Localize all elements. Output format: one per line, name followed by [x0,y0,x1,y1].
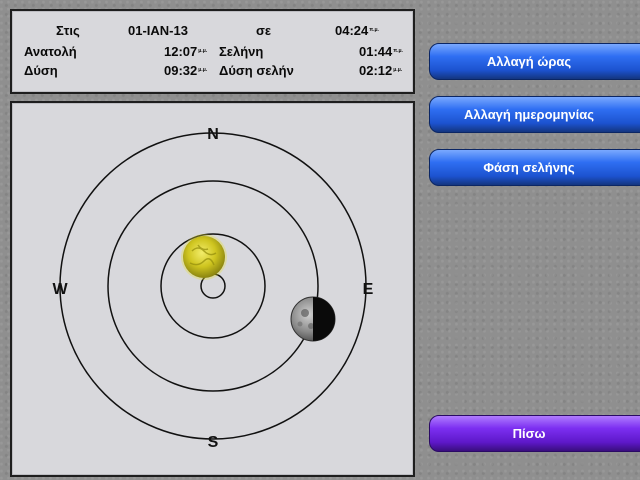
moon-phase-button[interactable]: Φάση σελήνης [429,149,640,186]
sunrise-time: 12:07μ.μ. [164,44,208,59]
at-label: Στις [56,23,80,38]
east-label: E [363,281,374,298]
sky-chart-panel: N S W E [10,101,415,477]
change-time-button[interactable]: Αλλαγή ώρας [429,43,640,80]
sunset-label: Δύση [24,63,58,78]
sun-moon-info-panel: Στις 01-IAN-13 σε 04:24π.μ. Ανατολή 12:0… [10,9,415,94]
north-label: N [207,126,219,143]
sky-chart: N S W E [52,126,374,451]
sunrise-label: Ανατολή [24,44,77,59]
back-button[interactable]: Πίσω [429,415,640,452]
south-label: S [208,434,219,451]
date-value: 01-IAN-13 [128,23,188,38]
moonrise-label: Σελήνη [219,44,264,59]
moon-icon [290,296,336,342]
sun-icon [181,234,227,280]
change-date-button[interactable]: Αλλαγή ημερομηνίας [429,96,640,133]
horizon-circle [59,132,367,440]
west-label: W [52,281,68,298]
time-value: 04:24π.μ. [335,23,379,38]
sunset-time: 09:32μ.μ. [164,63,208,78]
altitude-ring-30 [107,180,319,392]
moonrise-time: 01:44π.μ. [359,44,403,59]
moonset-label: Δύση σελήν [219,63,294,78]
se-label: σε [256,23,272,38]
moonset-time: 02:12μ.μ. [359,63,403,78]
